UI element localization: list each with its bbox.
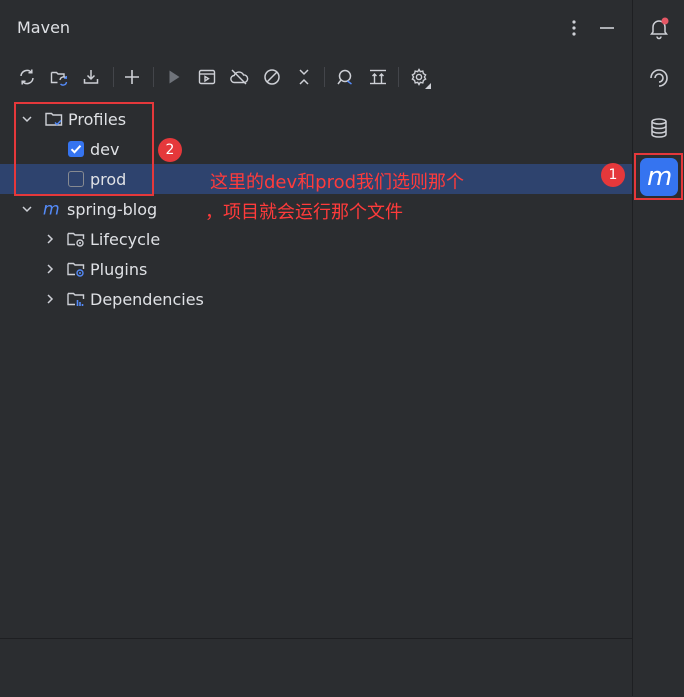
collapse-icon[interactable] (291, 64, 317, 90)
tree-node-dependencies[interactable]: Dependencies (0, 284, 632, 314)
analyze-dependencies-icon[interactable] (332, 64, 358, 90)
tool-window-header: Maven (0, 0, 632, 56)
toolbar-separator (113, 67, 114, 87)
annotation-box-profiles (14, 102, 154, 196)
bottom-status-area (0, 638, 632, 697)
chevron-right-icon[interactable] (43, 262, 57, 276)
plugins-folder-icon (66, 259, 86, 279)
dependencies-folder-icon (66, 289, 86, 309)
notifications-icon[interactable] (645, 14, 673, 42)
tree-label: spring-blog (67, 199, 158, 219)
tree-node-plugins[interactable]: Plugins (0, 254, 632, 284)
more-options-icon[interactable] (563, 16, 585, 40)
annotation-box-maven-icon (634, 153, 683, 200)
toolbar-separator (324, 67, 325, 87)
reload-all-icon[interactable] (14, 64, 40, 90)
svg-text:m: m (43, 199, 60, 219)
lifecycle-folder-icon (66, 229, 86, 249)
tool-window-title: Maven (17, 18, 71, 37)
settings-icon[interactable] (406, 64, 432, 90)
annotation-badge-2: 2 (158, 138, 182, 162)
right-tool-strip (633, 0, 684, 696)
execute-goal-icon[interactable] (194, 64, 220, 90)
database-icon[interactable] (645, 114, 673, 142)
run-icon[interactable] (161, 64, 187, 90)
annotation-badge-1: 1 (601, 163, 625, 187)
toolbar-separator (153, 67, 154, 87)
offline-mode-icon[interactable] (226, 64, 252, 90)
toolbar-separator (398, 67, 399, 87)
maven-project-icon: m (42, 199, 62, 219)
minimize-icon[interactable] (596, 16, 618, 40)
add-icon[interactable] (119, 64, 145, 90)
tree-label: Dependencies (90, 289, 204, 309)
reload-project-icon[interactable] (46, 64, 72, 90)
chevron-down-icon[interactable] (20, 202, 34, 216)
maven-toolbar (0, 60, 632, 94)
tree-node-lifecycle[interactable]: Lifecycle (0, 224, 632, 254)
download-icon[interactable] (78, 64, 104, 90)
tree-label: Plugins (90, 259, 148, 279)
ai-assistant-icon[interactable] (645, 64, 673, 92)
annotation-text-line1: 这里的dev和prod我们选则那个 (210, 172, 465, 193)
chevron-right-icon[interactable] (43, 292, 57, 306)
skip-tests-icon[interactable] (259, 64, 285, 90)
annotation-text-line2: ，项目就会运行那个文件 (205, 202, 403, 223)
chevron-right-icon[interactable] (43, 232, 57, 246)
show-diagram-icon[interactable] (365, 64, 391, 90)
tree-label: Lifecycle (90, 229, 161, 249)
